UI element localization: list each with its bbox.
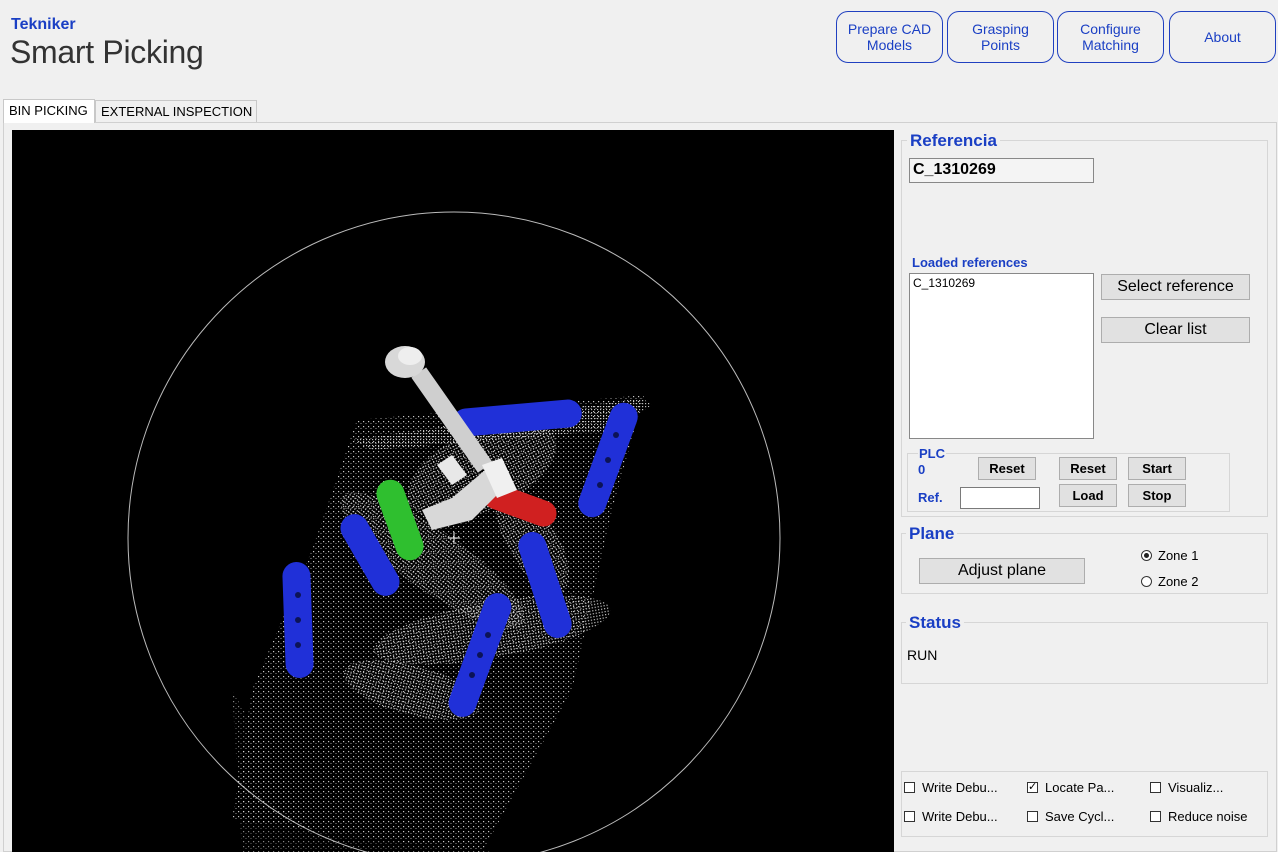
app-title: Smart Picking bbox=[10, 34, 204, 70]
loaded-references-label: Loaded references bbox=[912, 255, 1028, 270]
radio-selected-icon bbox=[1141, 550, 1152, 561]
plc-reset-left-button[interactable]: Reset bbox=[978, 457, 1036, 480]
tab-external-inspection[interactable]: EXTERNAL INSPECTION bbox=[95, 100, 257, 122]
plc-ref-label: Ref. bbox=[918, 490, 943, 505]
reduce-noise-checkbox[interactable]: Reduce noise bbox=[1150, 809, 1248, 824]
clear-list-button[interactable]: Clear list bbox=[1101, 317, 1250, 343]
plc-load-button[interactable]: Load bbox=[1059, 484, 1117, 507]
plc-ref-input[interactable] bbox=[960, 487, 1040, 509]
plc-stop-button[interactable]: Stop bbox=[1128, 484, 1186, 507]
checkbox-icon bbox=[1027, 811, 1038, 822]
write-debug-2-checkbox[interactable]: Write Debu... bbox=[904, 809, 998, 824]
configure-matching-button[interactable]: Configure Matching bbox=[1057, 11, 1164, 63]
about-button[interactable]: About bbox=[1169, 11, 1276, 63]
checkbox-label: Locate Pa... bbox=[1045, 780, 1115, 795]
select-reference-button[interactable]: Select reference bbox=[1101, 274, 1250, 300]
status-title: Status bbox=[906, 613, 964, 633]
checkbox-checked-icon: ✓ bbox=[1027, 781, 1038, 793]
radio-unselected-icon bbox=[1141, 576, 1152, 587]
list-item[interactable]: C_1310269 bbox=[913, 276, 1090, 290]
plc-title: PLC bbox=[918, 446, 946, 461]
grasping-points-button[interactable]: Grasping Points bbox=[947, 11, 1054, 63]
reference-field[interactable]: C_1310269 bbox=[909, 158, 1094, 183]
checkbox-icon bbox=[1150, 811, 1161, 822]
zone-1-label: Zone 1 bbox=[1158, 548, 1199, 563]
checkbox-label: Write Debu... bbox=[922, 809, 998, 824]
adjust-plane-button[interactable]: Adjust plane bbox=[919, 558, 1085, 584]
status-value: RUN bbox=[907, 647, 938, 663]
tab-bin-picking[interactable]: BIN PICKING bbox=[3, 99, 95, 123]
plc-reset-right-button[interactable]: Reset bbox=[1059, 457, 1117, 480]
zone-2-radio[interactable]: Zone 2 bbox=[1141, 574, 1198, 589]
checkbox-label: Write Debu... bbox=[922, 780, 998, 795]
point-cloud-scene bbox=[127, 211, 781, 852]
referencia-title: Referencia bbox=[907, 131, 1000, 151]
zone-1-radio[interactable]: Zone 1 bbox=[1141, 548, 1198, 563]
point-cloud-viewer[interactable] bbox=[12, 130, 894, 852]
checkbox-icon bbox=[904, 782, 915, 793]
prepare-cad-models-button[interactable]: Prepare CAD Models bbox=[836, 11, 943, 63]
checkbox-icon bbox=[904, 811, 915, 822]
save-cycle-checkbox[interactable]: Save Cycl... bbox=[1027, 809, 1114, 824]
checkbox-label: Save Cycl... bbox=[1045, 809, 1115, 824]
plc-start-button[interactable]: Start bbox=[1128, 457, 1186, 480]
brand-company: Tekniker bbox=[11, 16, 76, 33]
zone-2-label: Zone 2 bbox=[1158, 574, 1199, 589]
plane-title: Plane bbox=[906, 524, 958, 544]
locate-parts-checkbox[interactable]: ✓ Locate Pa... bbox=[1027, 780, 1114, 795]
checkbox-label: Visualiz... bbox=[1168, 780, 1224, 795]
checkbox-icon bbox=[1150, 782, 1161, 793]
loaded-references-list[interactable]: C_1310269 bbox=[909, 273, 1094, 439]
plc-value: 0 bbox=[918, 462, 926, 477]
checkbox-label: Reduce noise bbox=[1168, 809, 1248, 824]
visualize-checkbox[interactable]: Visualiz... bbox=[1150, 780, 1223, 795]
write-debug-1-checkbox[interactable]: Write Debu... bbox=[904, 780, 998, 795]
